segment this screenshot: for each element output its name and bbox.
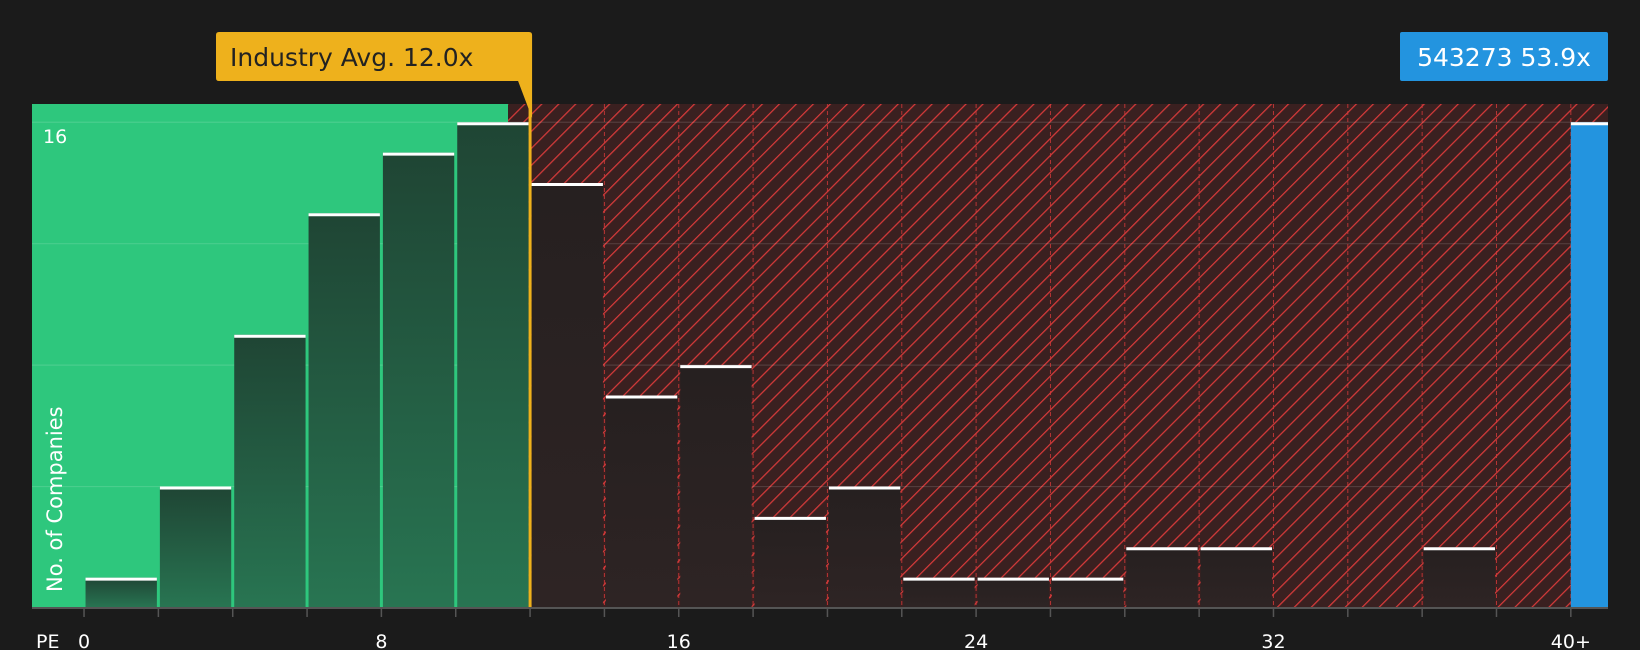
histogram-bar <box>382 152 455 608</box>
histogram-bar <box>457 122 529 609</box>
histogram-bar <box>1051 577 1124 608</box>
histogram-bar <box>234 334 306 608</box>
x-tick-label: 16 <box>667 631 691 650</box>
x-tick-label: 40+ <box>1551 631 1591 650</box>
histogram-bar <box>754 516 826 608</box>
y-axis-label: No. of Companies <box>43 406 67 592</box>
histogram-bar <box>605 395 678 608</box>
x-tick-label: 32 <box>1261 631 1285 650</box>
x-tick-label: 8 <box>375 631 387 650</box>
histogram-bar <box>159 486 232 608</box>
histogram-bar <box>85 577 157 608</box>
industry-avg-label: Industry Avg. 12.0x <box>230 43 473 72</box>
company-bar <box>1570 122 1608 609</box>
histogram-bar <box>531 182 603 608</box>
histogram-bar <box>977 577 1049 608</box>
x-tick-label: 0 <box>78 631 90 650</box>
pe-distribution-chart: 0 8 16 24 32 40+ PE 16 No. of Companies Indust… <box>0 0 1640 650</box>
x-axis-label: PE <box>36 631 59 650</box>
histogram-bar <box>1423 547 1495 608</box>
histogram-bar <box>828 486 901 608</box>
company-callout: 543273 53.9x <box>1400 32 1608 81</box>
company-marker <box>1570 122 1608 609</box>
histogram-bar <box>680 365 752 608</box>
y-tick-label: 16 <box>43 126 67 148</box>
company-pe-label: 543273 53.9x <box>1417 43 1591 72</box>
x-axis: 0 8 16 24 32 40+ PE <box>32 607 1608 650</box>
histogram-bar <box>308 213 380 608</box>
histogram-bar <box>1126 547 1198 608</box>
x-tick-label: 24 <box>964 631 988 650</box>
chart-svg: 0 8 16 24 32 40+ PE 16 No. of Companies Indust… <box>32 32 1609 650</box>
histogram-bar <box>1200 547 1272 608</box>
histogram-bar <box>903 577 975 608</box>
